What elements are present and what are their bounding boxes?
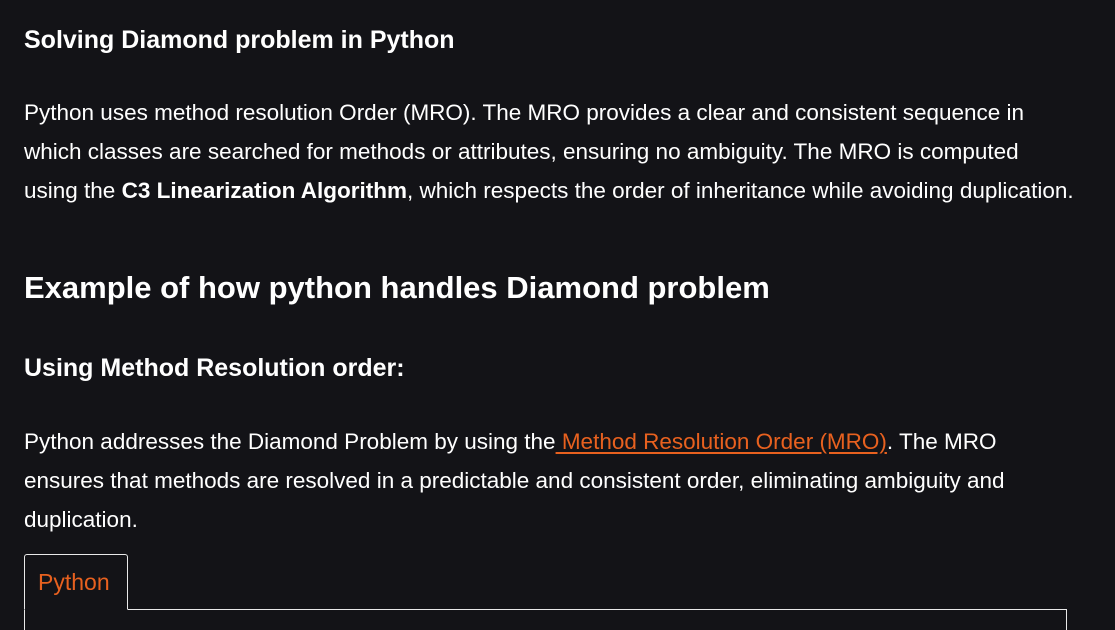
- code-box-right-border: [1066, 609, 1067, 630]
- c3-linearization-bold: C3 Linearization Algorithm: [121, 178, 408, 203]
- subheading-using-mro: Using Method Resolution order:: [24, 354, 405, 382]
- mro-intro-paragraph: Python uses method resolution Order (MRO…: [24, 93, 1074, 210]
- mro-explain-paragraph: Python addresses the Diamond Problem by …: [24, 422, 1074, 539]
- tab-python[interactable]: Python: [24, 554, 128, 610]
- section-heading-example: Example of how python handles Diamond pr…: [24, 270, 770, 305]
- section-heading-solving-diamond: Solving Diamond problem in Python: [24, 26, 455, 54]
- mro-intro-text-end: , which respects the order of inheritanc…: [407, 178, 1074, 203]
- code-tab-bar-divider: [24, 609, 1067, 610]
- mro-explain-text: Python addresses the Diamond Problem by …: [24, 429, 556, 454]
- code-box-left-border: [24, 609, 25, 630]
- mro-link[interactable]: Method Resolution Order (MRO): [556, 429, 887, 454]
